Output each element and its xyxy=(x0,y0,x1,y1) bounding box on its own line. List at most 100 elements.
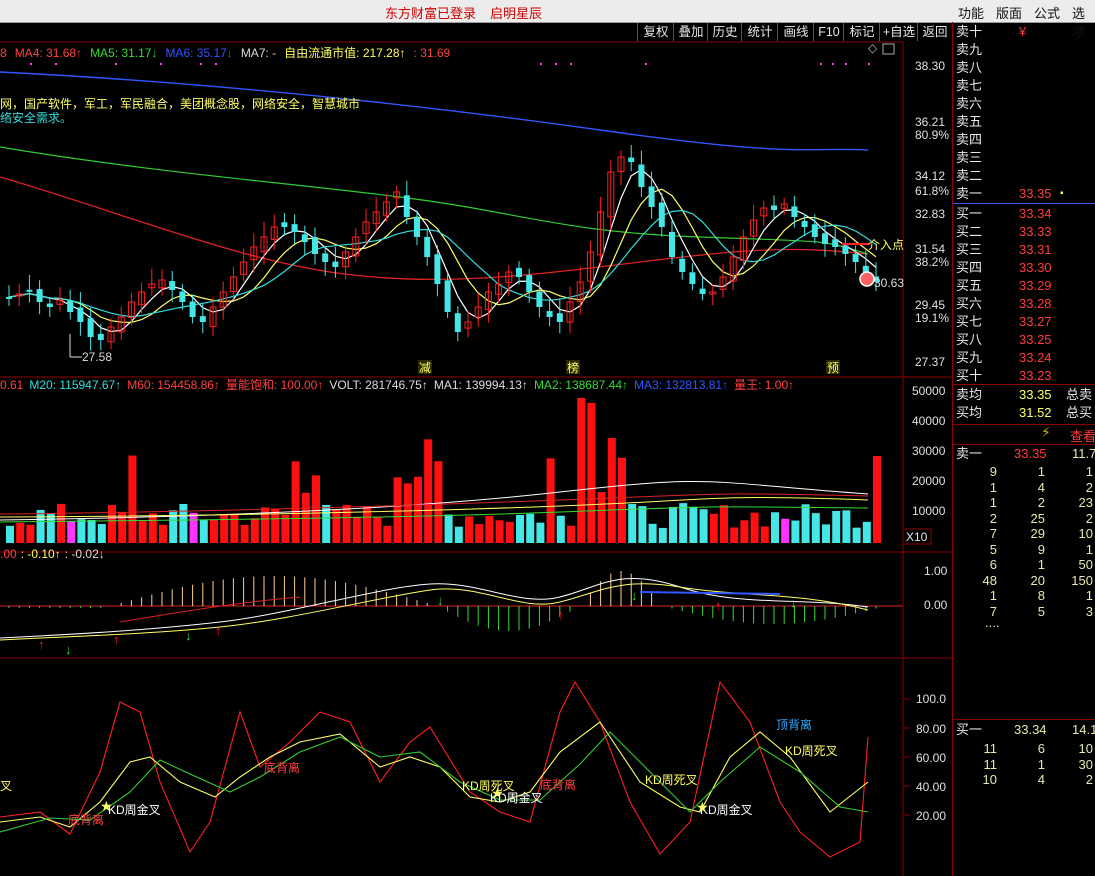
kd-label: 顶背离 xyxy=(776,717,812,732)
signal-dot xyxy=(160,63,162,65)
candle-body xyxy=(77,307,84,322)
ask-level[interactable]: 卖十 ¥ xyxy=(956,23,1095,41)
macd-dif xyxy=(0,577,869,639)
candle-body xyxy=(169,281,176,290)
volume-bar xyxy=(832,510,841,543)
volume-bar xyxy=(46,513,55,543)
legend-item: : -0.02↓ xyxy=(65,547,105,561)
ma-red xyxy=(0,176,869,281)
volume-bar xyxy=(567,525,575,543)
price-tick: 38.30 xyxy=(915,59,945,73)
volume-bar xyxy=(240,524,249,543)
marker-list: 榜 xyxy=(567,360,579,375)
bid-level[interactable]: 买一 33.34 xyxy=(956,205,1095,223)
ask-level[interactable]: 卖五 xyxy=(956,113,1095,131)
kd-tick: 60.00 xyxy=(916,751,946,765)
volume-bar xyxy=(210,519,218,543)
volume-bar xyxy=(36,509,45,543)
legend-item: MA3: 132813.81↑ xyxy=(634,378,728,392)
marker-forecast: 预 xyxy=(827,361,839,375)
macd-arrow: ↑ xyxy=(557,607,564,622)
candle-body xyxy=(801,221,808,227)
ask-level[interactable]: 卖一 33.35 ▪ xyxy=(956,185,1095,203)
signal-dot xyxy=(570,63,572,65)
volume-bar xyxy=(648,523,657,543)
volume-bar xyxy=(424,439,433,543)
lightning-icon: ⚡ xyxy=(1041,424,1051,440)
quote-panel: 卖十 ¥ 卖九 卖八 卖七 卖六 卖五 卖四 卖三 卖二 卖一 33.35 ▪ 买一 33.34 买二 33.… xyxy=(952,22,1095,876)
ask-level[interactable]: 卖八 xyxy=(956,59,1095,77)
legend-item: MA4: 31.68↑ xyxy=(15,46,82,60)
volume-bar xyxy=(26,524,35,543)
candle-body xyxy=(516,267,522,277)
price-tick: 27.37 xyxy=(915,355,945,369)
last-price-marker xyxy=(859,271,875,287)
volume-bar xyxy=(536,522,545,543)
legend-item: M60: 154458.86↑ xyxy=(127,378,220,392)
bid-level[interactable]: 买六 33.28 xyxy=(956,295,1095,313)
macd-arrow: ↓ xyxy=(65,642,72,657)
menu-function[interactable]: 功能 xyxy=(958,3,984,22)
macd-extra xyxy=(119,596,301,623)
volume-bar xyxy=(250,518,259,543)
volume-bar xyxy=(720,505,728,543)
price-tick: 29.45 xyxy=(915,298,945,312)
volume-bar xyxy=(199,519,208,543)
concept-line-1: 网，国产软件，军工，军民融合，美团概念股，网络安全，智慧城市 xyxy=(0,96,360,111)
bid-level[interactable]: 买九 33.24 xyxy=(956,349,1095,367)
queue-row: 6 1 50 xyxy=(989,557,1093,572)
volume-bar xyxy=(577,398,586,543)
menu-formula[interactable]: 公式 xyxy=(1034,3,1060,22)
ask-level[interactable]: 卖三 xyxy=(956,149,1095,167)
macd-arrow: ↓ xyxy=(185,628,192,643)
candle-body xyxy=(67,300,74,312)
volume-bar xyxy=(465,516,473,543)
ask-level[interactable]: 卖九 xyxy=(956,41,1095,59)
volume-tick: 30000 xyxy=(912,444,946,458)
bid-level[interactable]: 买七 33.27 xyxy=(956,313,1095,331)
volume-bar xyxy=(312,475,320,543)
bid-level[interactable]: 买二 33.33 xyxy=(956,223,1095,241)
volume-bar xyxy=(16,522,25,543)
candle-body xyxy=(658,202,665,227)
candle-body xyxy=(648,186,655,207)
macd-arrow: ↓ xyxy=(790,595,797,610)
ask-level[interactable]: 卖四 xyxy=(956,131,1095,149)
bid-level[interactable]: 买五 33.29 xyxy=(956,277,1095,295)
kd-green-line xyxy=(0,731,869,833)
candle-body xyxy=(699,288,706,294)
bid-level[interactable]: 买十 33.23 xyxy=(956,367,1095,385)
volume-legend: 0.61 M20: 115947.67↑ M60: 154458.86↑ 量能饱和: … xyxy=(0,377,794,392)
legend-item: : 31.69 xyxy=(414,46,451,60)
bid-level[interactable]: 买八 33.25 xyxy=(956,331,1095,349)
volume-bar xyxy=(740,520,749,543)
menu-layout[interactable]: 版面 xyxy=(996,3,1022,22)
candle-body xyxy=(291,224,298,232)
legend-item: MA6: 35.17↓ xyxy=(165,46,232,60)
volume-bar xyxy=(730,527,739,543)
volume-bar xyxy=(679,503,688,543)
candle-body xyxy=(454,313,461,332)
ask-level[interactable]: 卖七 xyxy=(956,77,1095,95)
stock-chart[interactable]: 38.30 36.2180.9% 34.1261.8% 32.83 31.5438.2%… xyxy=(0,22,952,876)
bid-level[interactable]: 买三 33.31 xyxy=(956,241,1095,259)
volume-bar xyxy=(760,526,769,543)
view-more-link[interactable]: 查看 xyxy=(1070,426,1095,445)
ask-level[interactable]: 卖二 xyxy=(956,167,1095,185)
candle-body xyxy=(852,253,859,262)
candle-body xyxy=(434,254,441,284)
candle-body xyxy=(312,237,318,254)
bid-level[interactable]: 买四 33.30 xyxy=(956,259,1095,277)
volume-bar xyxy=(862,521,871,543)
marker-reduce: 减 xyxy=(419,361,431,375)
last-price-label: 30.63 xyxy=(874,276,904,290)
candle-body xyxy=(322,253,329,262)
kd-label: 叉 xyxy=(0,779,12,793)
candle-body xyxy=(536,291,543,307)
ma-long-blue xyxy=(0,71,869,151)
volume-bar xyxy=(271,509,280,543)
ask-level[interactable]: 卖六 xyxy=(956,95,1095,113)
avg-buy-row: 买均 31.52 总买 xyxy=(956,405,1093,420)
legend-item: 量能饱和: 100.00↑ xyxy=(226,377,323,392)
volume-bar xyxy=(842,510,851,543)
